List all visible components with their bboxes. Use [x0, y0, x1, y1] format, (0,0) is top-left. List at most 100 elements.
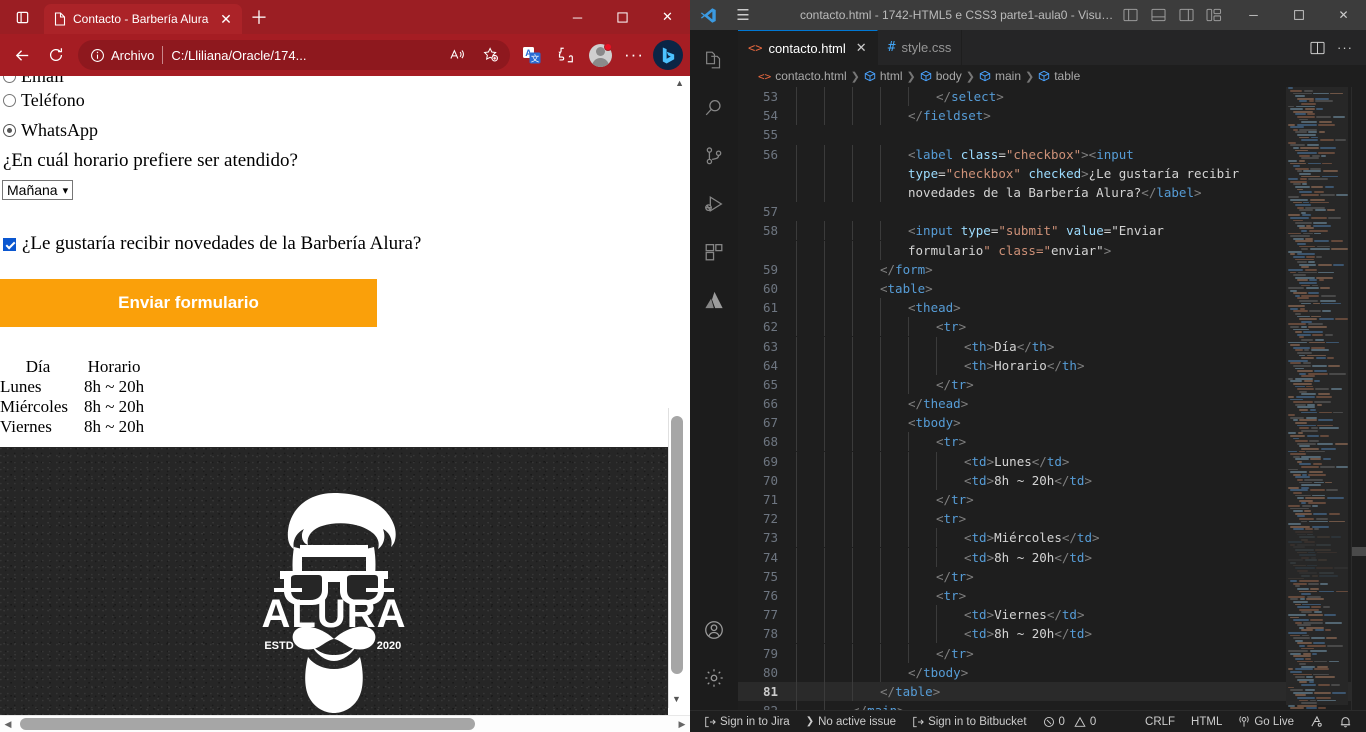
browser-more-icon[interactable]: ···	[618, 39, 650, 71]
submit-button[interactable]: Enviar formulario	[0, 279, 377, 327]
atlassian-icon[interactable]	[690, 276, 738, 324]
status-eol[interactable]: CRLF	[1137, 711, 1183, 732]
h-scroll-track[interactable]	[16, 716, 674, 732]
minimize-button[interactable]: ─	[1231, 0, 1276, 30]
run-and-debug-icon[interactable]	[690, 180, 738, 228]
tab-contacto-html[interactable]: <> contacto.html ✕	[738, 30, 878, 65]
code-line[interactable]: formulario" class="enviar">	[738, 240, 1366, 260]
radio-option-whatsapp[interactable]: WhatsApp	[0, 115, 668, 145]
minimize-button[interactable]: ─	[555, 0, 600, 34]
code-line[interactable]: 77 <td>Viernes</td>	[738, 605, 1366, 625]
extensions-icon[interactable]	[550, 39, 582, 71]
code-line[interactable]: 69 <td>Lunes</td>	[738, 451, 1366, 471]
panel-left-icon[interactable]	[1117, 0, 1143, 30]
code-line[interactable]: 62 <tr>	[738, 317, 1366, 337]
search-icon[interactable]	[690, 84, 738, 132]
breadcrumb-item-file[interactable]: <> contacto.html	[758, 69, 847, 83]
split-editor-icon[interactable]	[1304, 30, 1330, 65]
code-line[interactable]: 54 </fieldset>	[738, 106, 1366, 126]
reload-icon[interactable]	[40, 39, 72, 71]
site-info[interactable]: Archivo	[90, 48, 154, 63]
code-editor[interactable]: 53 </select> 54 </fieldset> 55 56 <label class…	[738, 87, 1366, 710]
code-line[interactable]: 68 <tr>	[738, 432, 1366, 452]
translate-icon[interactable]: A 文	[516, 39, 548, 71]
minimap-slider[interactable]	[1286, 87, 1348, 705]
code-line[interactable]: 56 <label class="checkbox"><input	[738, 144, 1366, 164]
tab-actions-button[interactable]	[0, 0, 44, 34]
bell-icon[interactable]	[1331, 711, 1360, 732]
code-line[interactable]: 61 <thead>	[738, 298, 1366, 318]
menu-hamburger-icon[interactable]: ☰	[726, 0, 760, 30]
scroll-left-arrow-icon[interactable]: ◀	[0, 719, 16, 730]
code-line[interactable]: type="checkbox" checked>¿Le gustaría rec…	[738, 163, 1366, 183]
settings-gear-icon[interactable]	[690, 654, 738, 702]
browser-tab-active[interactable]: Contacto - Barbería Alura ✕	[44, 4, 242, 34]
new-tab-button[interactable]: ＋	[242, 0, 276, 34]
url-text[interactable]: C:/Lliliana/Oracle/174...	[171, 48, 436, 63]
code-line[interactable]: 78 <td>8h ~ 20h</td>	[738, 624, 1366, 644]
page-vertical-scroll-thumb[interactable]	[671, 416, 683, 674]
accounts-icon[interactable]	[690, 606, 738, 654]
breadcrumb-item-html[interactable]: html	[864, 69, 903, 83]
extensions-icon[interactable]	[690, 228, 738, 276]
status-active-issue[interactable]: ❯ No active issue	[798, 711, 904, 732]
scroll-up-arrow-icon[interactable]: ▲	[675, 78, 684, 88]
code-line[interactable]: 67 <tbody>	[738, 413, 1366, 433]
panel-bottom-icon[interactable]	[1145, 0, 1171, 30]
status-language[interactable]: HTML	[1183, 711, 1230, 732]
newsletter-checkbox[interactable]	[3, 237, 16, 251]
status-problems[interactable]: 0 0	[1035, 711, 1105, 732]
code-line[interactable]: 64 <th>Horario</th>	[738, 355, 1366, 375]
remote-icon[interactable]	[1302, 711, 1331, 732]
scroll-right-arrow-icon[interactable]: ▶	[674, 719, 690, 730]
close-button[interactable]: ✕	[1321, 0, 1366, 30]
code-lines[interactable]: 53 </select> 54 </fieldset> 55 56 <label class…	[738, 87, 1366, 710]
address-bar[interactable]: Archivo C:/Lliliana/Oracle/174...	[78, 40, 510, 70]
radio-option-telefono[interactable]: Teléfono	[0, 85, 668, 115]
radio-button[interactable]	[3, 76, 16, 83]
code-line[interactable]: 55	[738, 125, 1366, 144]
status-go-live[interactable]: Go Live	[1230, 711, 1302, 732]
code-line[interactable]: 57	[738, 202, 1366, 221]
copilot-bing-icon[interactable]	[652, 39, 684, 71]
code-line[interactable]: 53 </select>	[738, 87, 1366, 107]
page-vertical-scrollbar[interactable]: ▼	[668, 408, 684, 708]
code-line[interactable]: 73 <td>Miércoles</td>	[738, 528, 1366, 548]
code-line[interactable]: 70 <td>8h ~ 20h</td>	[738, 470, 1366, 490]
editor-scroll-thumb[interactable]	[1352, 547, 1366, 556]
close-button[interactable]: ✕	[645, 0, 690, 34]
code-line[interactable]: 60 <table>	[738, 278, 1366, 298]
read-aloud-icon[interactable]	[444, 42, 470, 68]
status-bitbucket[interactable]: Sign in to Bitbucket	[904, 711, 1034, 732]
tab-style-css[interactable]: # style.css	[877, 30, 963, 65]
status-jira[interactable]: Sign in to Jira	[696, 711, 798, 732]
code-line[interactable]: 65 </tr>	[738, 374, 1366, 394]
back-icon[interactable]	[6, 39, 38, 71]
radio-option-email[interactable]: Email	[0, 76, 668, 85]
code-line[interactable]: 81 </table>	[738, 681, 1366, 701]
page-horizontal-scroll-thumb[interactable]	[20, 718, 475, 730]
editor-scrollbar[interactable]	[1352, 87, 1366, 710]
code-line[interactable]: 76 <tr>	[738, 585, 1366, 605]
panel-right-icon[interactable]	[1173, 0, 1199, 30]
customize-layout-icon[interactable]	[1201, 0, 1227, 30]
maximize-button[interactable]	[1276, 0, 1321, 30]
avatar[interactable]	[584, 39, 616, 71]
favorite-star-icon[interactable]	[478, 42, 504, 68]
breadcrumb-item-main[interactable]: main	[979, 69, 1021, 83]
breadcrumb-item-table[interactable]: table	[1038, 69, 1080, 83]
code-line[interactable]: 66 </thead>	[738, 394, 1366, 414]
explorer-icon[interactable]	[690, 36, 738, 84]
code-line[interactable]: 63 <th>Día</th>	[738, 336, 1366, 356]
code-line[interactable]: 71 </tr>	[738, 490, 1366, 510]
page-horizontal-scrollbar[interactable]: ◀ ▶	[0, 715, 690, 732]
maximize-button[interactable]	[600, 0, 645, 34]
radio-button[interactable]	[3, 93, 16, 107]
code-line[interactable]: 82</main>	[738, 701, 1366, 710]
scroll-down-arrow-icon[interactable]: ▼	[672, 694, 681, 704]
newsletter-checkbox-row[interactable]: ¿Le gustaría recibir novedades de la Bar…	[0, 233, 668, 255]
radio-button[interactable]	[3, 123, 16, 137]
code-line[interactable]: 80 </tbody>	[738, 662, 1366, 682]
code-line[interactable]: 75 </tr>	[738, 566, 1366, 586]
breadcrumb-item-body[interactable]: body	[920, 69, 962, 83]
